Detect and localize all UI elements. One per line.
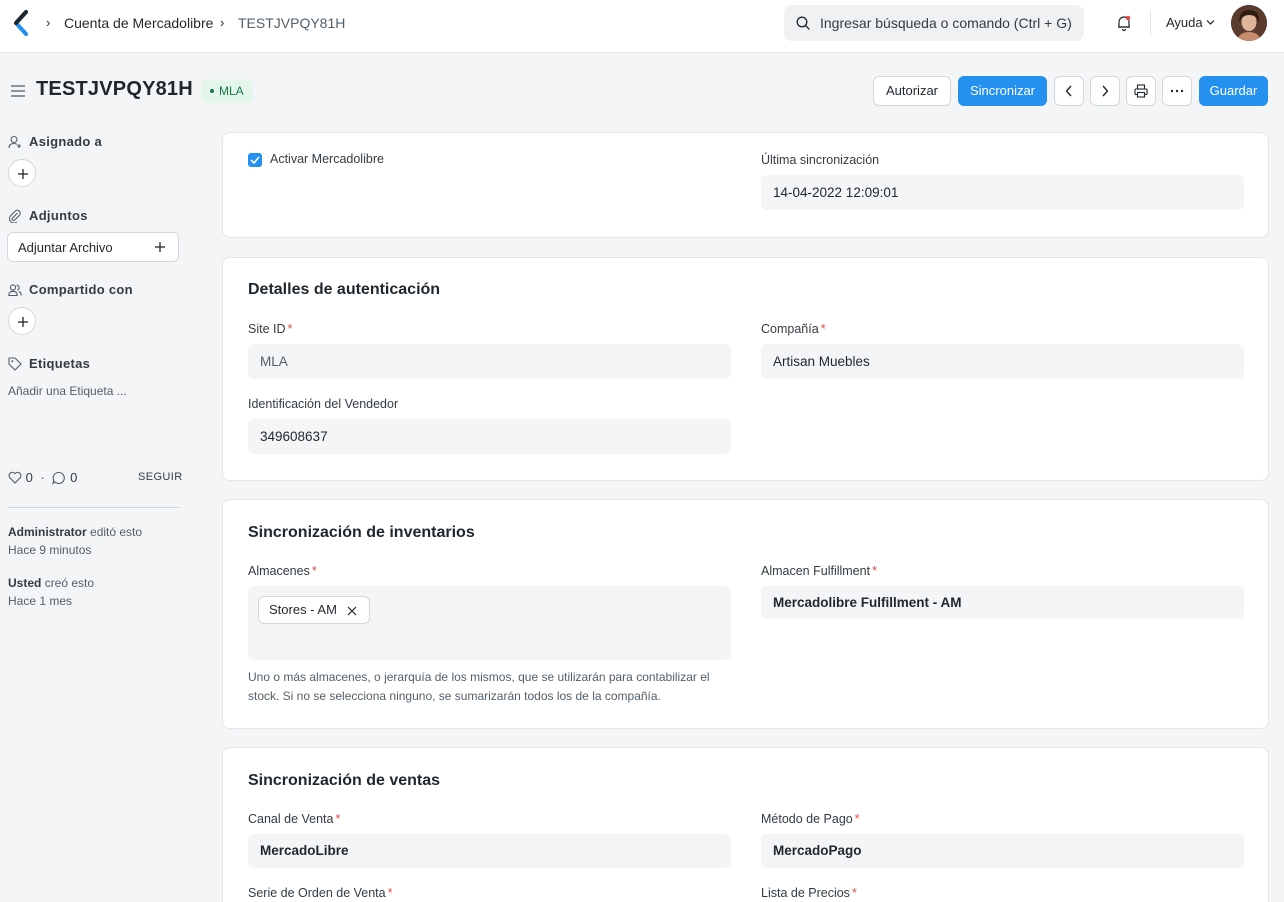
plus-icon [18,169,28,179]
user-add-icon [8,135,21,149]
site-id-field[interactable]: MLA [248,344,731,379]
assigned-to-heading: Asignado a [8,134,102,149]
tags-heading: Etiquetas [8,356,90,371]
likes-comments: 0 · 0 [8,470,77,485]
company-label: Compañía * [761,322,826,336]
authorize-button[interactable]: Autorizar [873,76,951,106]
warehouses-multiselect[interactable]: Stores - AM [248,586,731,660]
price-list-label: Lista de Precios * [761,886,857,900]
auth-details-card: Detalles de autenticación Site ID * MLA C… [222,257,1269,481]
sidebar-toggle-icon[interactable] [10,84,26,98]
checkmark-icon [250,156,260,164]
paperclip-icon [8,209,21,223]
status-badge: MLA [201,80,253,103]
ellipsis-icon [1170,89,1184,93]
previous-doc-button[interactable] [1054,76,1084,106]
attach-file-label: Adjuntar Archivo [18,240,113,255]
search-bar[interactable]: Ingresar búsqueda o comando (Ctrl + G) [784,5,1084,41]
printer-icon [1134,84,1148,98]
app-logo-icon[interactable] [12,10,30,36]
settings-card: Activar Mercadolibre Última sincronizaci… [222,132,1269,238]
help-dropdown[interactable]: Ayuda [1166,15,1203,30]
add-tag-link[interactable]: Añadir una Etiqueta ... [8,384,127,398]
sales-channel-field[interactable]: MercadoLibre [248,834,731,868]
seller-id-label: Identificación del Vendedor [248,397,399,411]
print-button[interactable] [1126,76,1156,106]
warehouse-pill-label: Stores - AM [269,602,337,617]
site-id-label: Site ID * [248,322,293,336]
likes-separator: · [40,470,45,485]
last-sync-label: Última sincronización [761,153,880,167]
page-title: TESTJVPQY81H [36,78,193,100]
inventory-sync-card: Sincronización de inventarios Almacenes *… [222,499,1269,729]
breadcrumb-doctype-link[interactable]: Cuenta de Mercadolibre [64,15,213,31]
payment-method-label: Método de Pago * [761,812,860,826]
sales-channel-label: Canal de Venta * [248,812,341,826]
warehouses-help-text: Uno o más almacenes, o jerarquía de los … [248,670,710,703]
notification-bell-icon[interactable] [1115,14,1133,32]
chevron-left-icon [1065,85,1072,97]
likes-count: 0 [25,470,33,485]
shared-with-heading: Compartido con [8,282,133,297]
breadcrumb-chevron-icon: › [220,15,225,30]
next-doc-button[interactable] [1090,76,1120,106]
save-button[interactable]: Guardar [1199,76,1268,106]
add-assignee-button[interactable] [8,159,36,187]
enable-mercadolibre-checkbox[interactable] [248,153,262,167]
sync-button[interactable]: Sincronizar [958,76,1047,106]
sidebar-divider [8,507,179,508]
plus-icon [155,242,165,252]
breadcrumb-chevron-icon: › [46,15,51,30]
plus-icon [18,317,28,327]
attach-file-button[interactable]: Adjuntar Archivo [7,232,179,262]
warehouse-pill[interactable]: Stores - AM [258,596,370,624]
sales-section-title[interactable]: Sincronización de ventas [248,772,440,790]
seller-id-field[interactable]: 349608637 [248,419,731,454]
more-actions-button[interactable] [1162,76,1192,106]
add-share-button[interactable] [8,307,36,335]
follow-button[interactable]: SEGUIR [138,471,183,483]
activity-action: creó esto [44,576,95,590]
last-sync-field[interactable]: 14-04-2022 12:09:01 [761,175,1244,210]
activity-user[interactable]: Usted [8,576,41,590]
fulfillment-label: Almacen Fulfillment * [761,564,877,578]
navbar-divider [1150,10,1151,36]
tag-icon [8,357,22,371]
enable-mercadolibre-label[interactable]: Activar Mercadolibre [270,152,384,166]
fulfillment-field[interactable]: Mercadolibre Fulfillment - AM [761,586,1244,619]
activity-time: Hace 1 mes [8,594,73,608]
sales-sync-card: Sincronización de ventas Canal de Venta *… [222,747,1269,902]
attachments-heading: Adjuntos [8,208,88,223]
chevron-down-icon[interactable] [1206,19,1215,26]
heart-icon[interactable] [8,471,22,484]
comments-count: 0 [70,470,78,485]
warehouses-label: Almacenes * [248,564,317,578]
company-field[interactable]: Artisan Muebles [761,344,1244,379]
auth-section-title[interactable]: Detalles de autenticación [248,281,440,299]
activity-action: editó esto [90,525,143,539]
users-icon [8,284,22,297]
inventory-section-title[interactable]: Sincronización de inventarios [248,524,475,542]
activity-item: Usted creó esto Hace 1 mes [8,574,94,610]
close-icon[interactable] [347,606,357,616]
payment-method-field[interactable]: MercadoPago [761,834,1244,868]
activity-user[interactable]: Administrator [8,525,87,539]
breadcrumb-current[interactable]: TESTJVPQY81H [238,15,345,31]
top-navbar: › Cuenta de Mercadolibre › TESTJVPQY81H … [0,0,1284,53]
activity-item: Administrator editó esto Hace 9 minutos [8,523,142,559]
comment-icon[interactable] [52,471,66,485]
chevron-right-icon [1102,85,1109,97]
search-placeholder: Ingresar búsqueda o comando (Ctrl + G) [820,15,1072,31]
user-avatar[interactable] [1231,5,1267,41]
sales-order-series-label: Serie de Orden de Venta * [248,886,393,900]
activity-time: Hace 9 minutos [8,543,92,557]
search-icon [796,16,810,30]
